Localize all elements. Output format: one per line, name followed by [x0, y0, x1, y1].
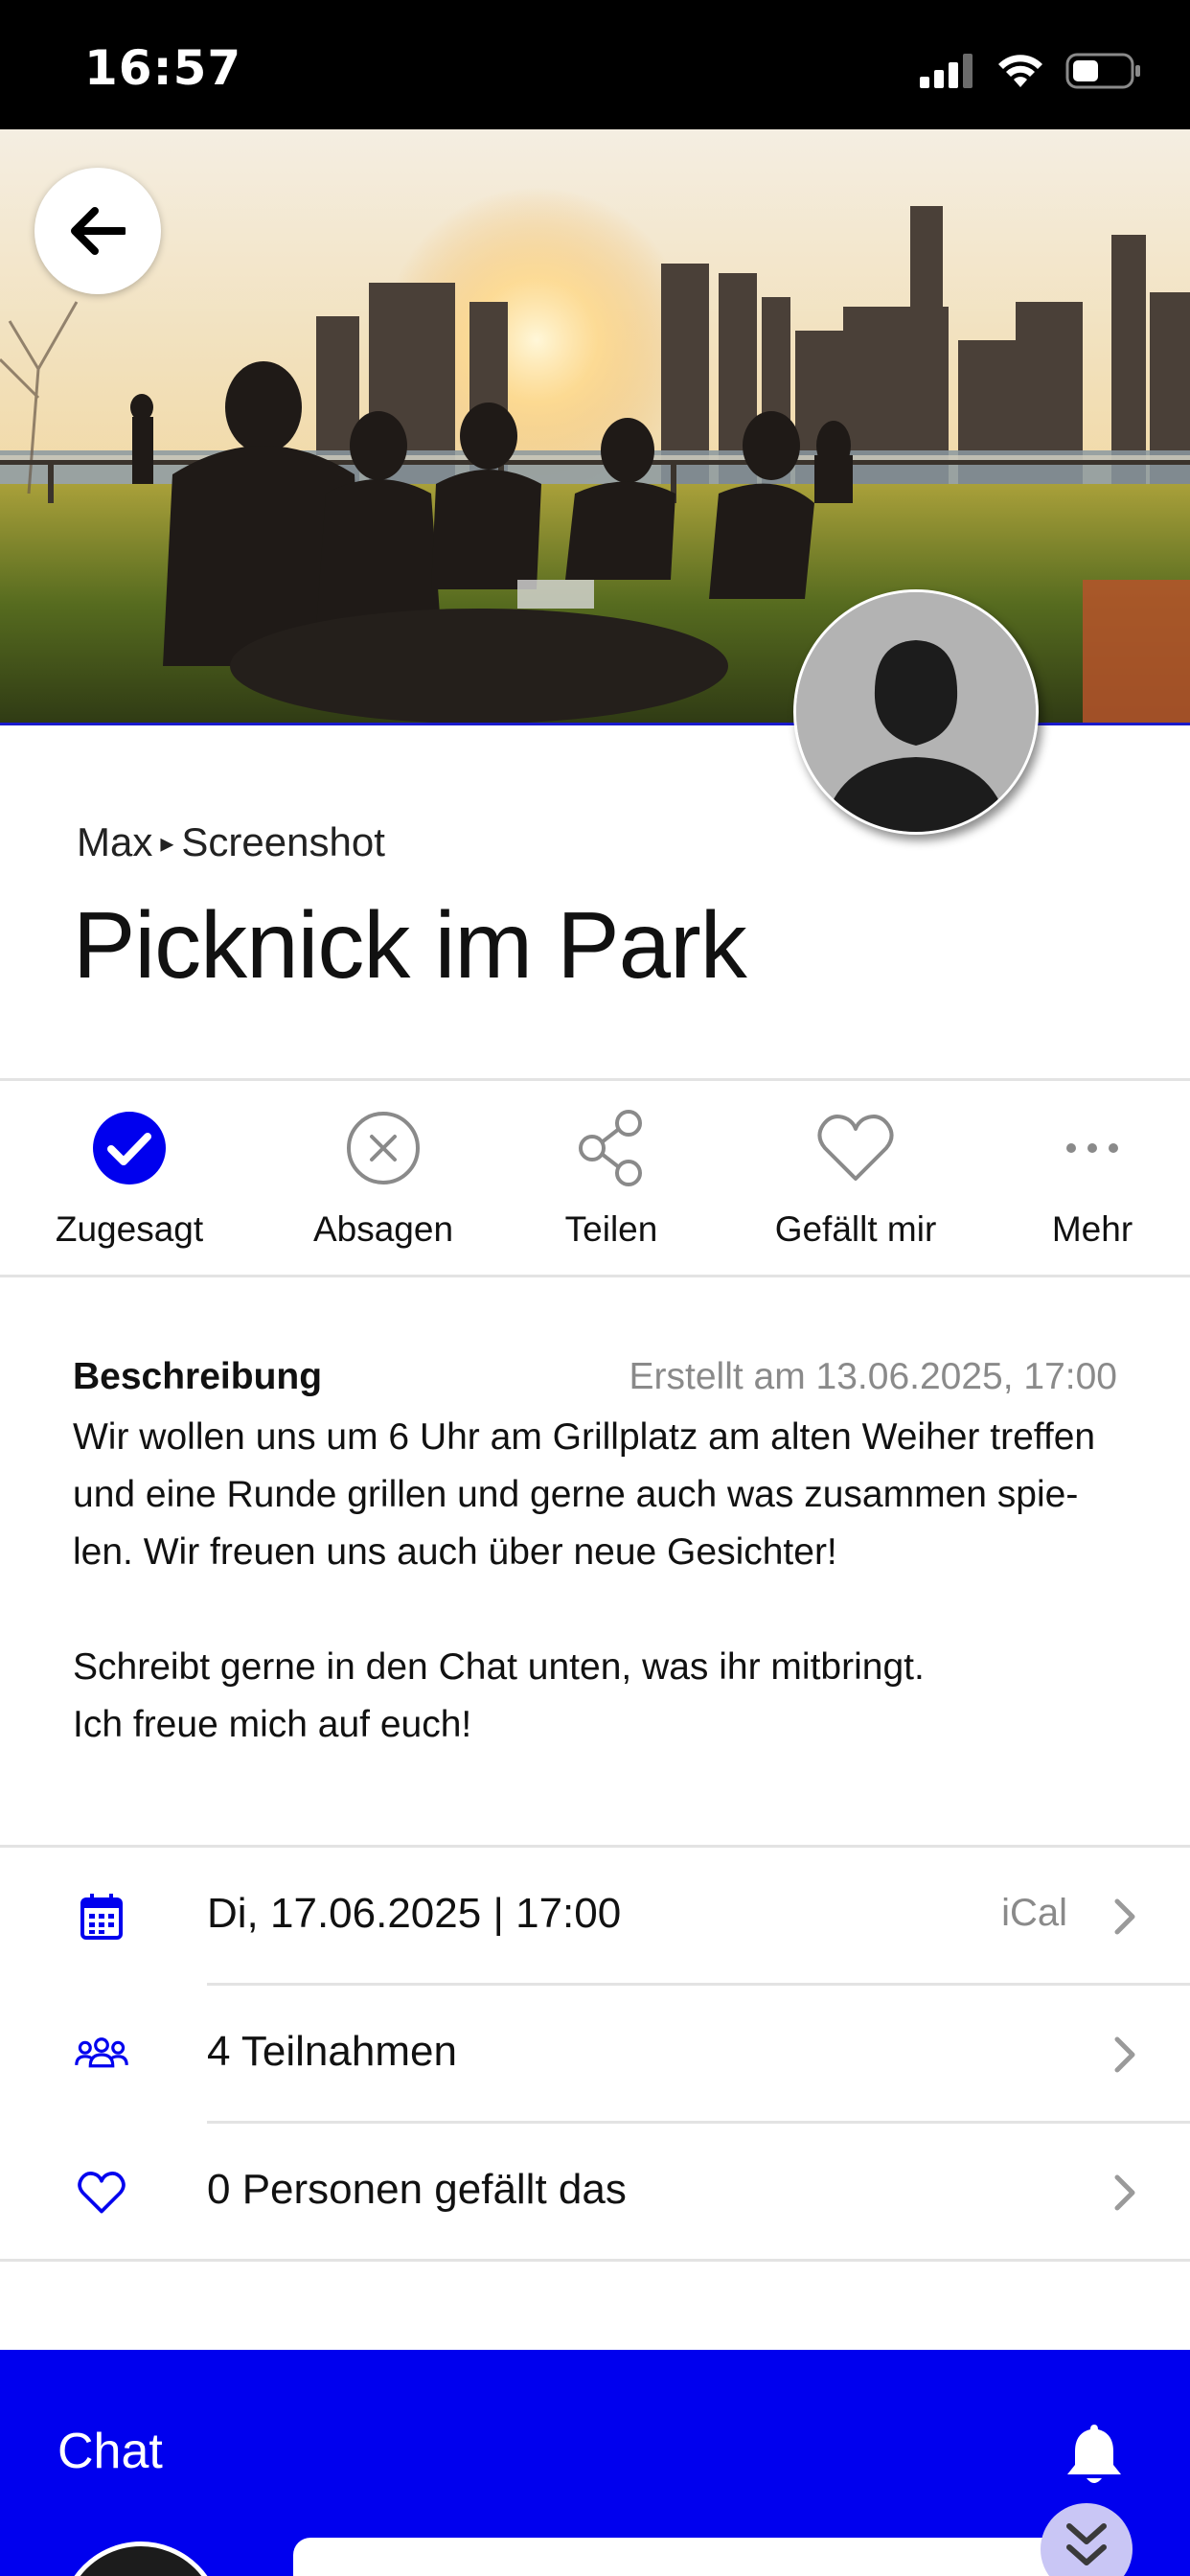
- bell-icon[interactable]: [1064, 2421, 1125, 2488]
- breadcrumb-group[interactable]: Screenshot: [181, 819, 384, 865]
- chat-user-avatar: [59, 2542, 222, 2576]
- people-icon: [75, 2028, 128, 2082]
- accept-button[interactable]: Zugesagt: [38, 1081, 220, 1277]
- check-circle-icon: [93, 1112, 166, 1184]
- description-line: len. Wir freuen uns auch über neue Gesic…: [73, 1531, 837, 1573]
- event-date-time: Di, 17.06.2025 | 17:00: [207, 1890, 622, 1937]
- description-line: Ich freue mich auf euch!: [73, 1704, 472, 1745]
- back-button[interactable]: [34, 168, 161, 294]
- description-line: [73, 1581, 1127, 1639]
- page-title: Picknick im Park: [73, 892, 747, 998]
- chevron-right-icon: [1114, 2174, 1135, 2211]
- battery-icon: [1065, 53, 1140, 89]
- description-header: Beschreibung Erstellt am 13.06.2025, 17:…: [73, 1356, 1117, 1406]
- description-line: und eine Runde grillen und gerne auch wa…: [73, 1474, 1079, 1515]
- description-line: Wir wollen uns um 6 Uhr am Grillplatz am…: [73, 1416, 1096, 1458]
- chevron-right-icon: [1114, 1898, 1135, 1935]
- divider: [0, 2259, 1190, 2262]
- more-label: Mehr: [1051, 1209, 1133, 1249]
- breadcrumb-user[interactable]: Max: [77, 819, 152, 865]
- participants-count: 4 Teilnahmen: [207, 2028, 457, 2075]
- action-bar: Zugesagt Absagen Teilen Gefällt mir Mehr: [0, 1078, 1190, 1277]
- more-icon: [1066, 1143, 1118, 1153]
- calendar-icon: [75, 1890, 128, 1944]
- decline-label: Absagen: [312, 1209, 454, 1249]
- double-chevron-down-icon: [1066, 2523, 1107, 2565]
- event-info-list: Di, 17.06.2025 | 17:00 iCal 4 Teilnahmen…: [0, 1845, 1190, 2262]
- chevron-right-icon: [1114, 2036, 1135, 2073]
- likes-row[interactable]: 0 Personen gefällt das: [0, 2124, 1190, 2262]
- breadcrumb: Max ▸ Screenshot: [77, 819, 385, 865]
- ical-link[interactable]: iCal: [1001, 1892, 1067, 1935]
- description-heading: Beschreibung: [73, 1356, 323, 1397]
- heart-icon: [817, 1115, 894, 1181]
- likes-count: 0 Personen gefällt das: [207, 2166, 627, 2213]
- chat-section: Chat: [0, 2350, 1190, 2576]
- signal-icon: [920, 54, 973, 88]
- status-bar: 16:57: [0, 0, 1190, 129]
- chat-message-input[interactable]: [293, 2538, 1079, 2576]
- wifi-icon: [998, 55, 1042, 87]
- more-button[interactable]: Mehr: [1016, 1081, 1169, 1277]
- breadcrumb-separator: ▸: [160, 827, 174, 858]
- date-row[interactable]: Di, 17.06.2025 | 17:00 iCal: [0, 1848, 1190, 1986]
- accept-label: Zugesagt: [55, 1209, 204, 1249]
- like-button[interactable]: Gefällt mir: [750, 1081, 961, 1277]
- created-timestamp: Erstellt am 13.06.2025, 17:00: [629, 1356, 1118, 1397]
- x-circle-icon: [347, 1112, 420, 1184]
- like-label: Gefällt mir: [774, 1209, 937, 1249]
- status-time: 16:57: [84, 40, 242, 96]
- share-button[interactable]: Teilen: [520, 1081, 702, 1277]
- status-icons: [920, 50, 1142, 92]
- chat-title: Chat: [57, 2424, 163, 2479]
- share-icon: [579, 1110, 642, 1186]
- participants-row[interactable]: 4 Teilnahmen: [0, 1986, 1190, 2124]
- description-line: Schreibt gerne in den Chat unten, was ih…: [73, 1646, 925, 1688]
- heart-outline-icon: [75, 2166, 128, 2220]
- arrow-left-icon: [71, 207, 126, 255]
- organizer-avatar[interactable]: [793, 589, 1039, 835]
- person-placeholder-icon: [796, 592, 1036, 832]
- decline-button[interactable]: Absagen: [292, 1081, 474, 1277]
- description-text: Wir wollen uns um 6 Uhr am Grillplatz am…: [73, 1409, 1127, 1754]
- share-label: Teilen: [564, 1209, 658, 1249]
